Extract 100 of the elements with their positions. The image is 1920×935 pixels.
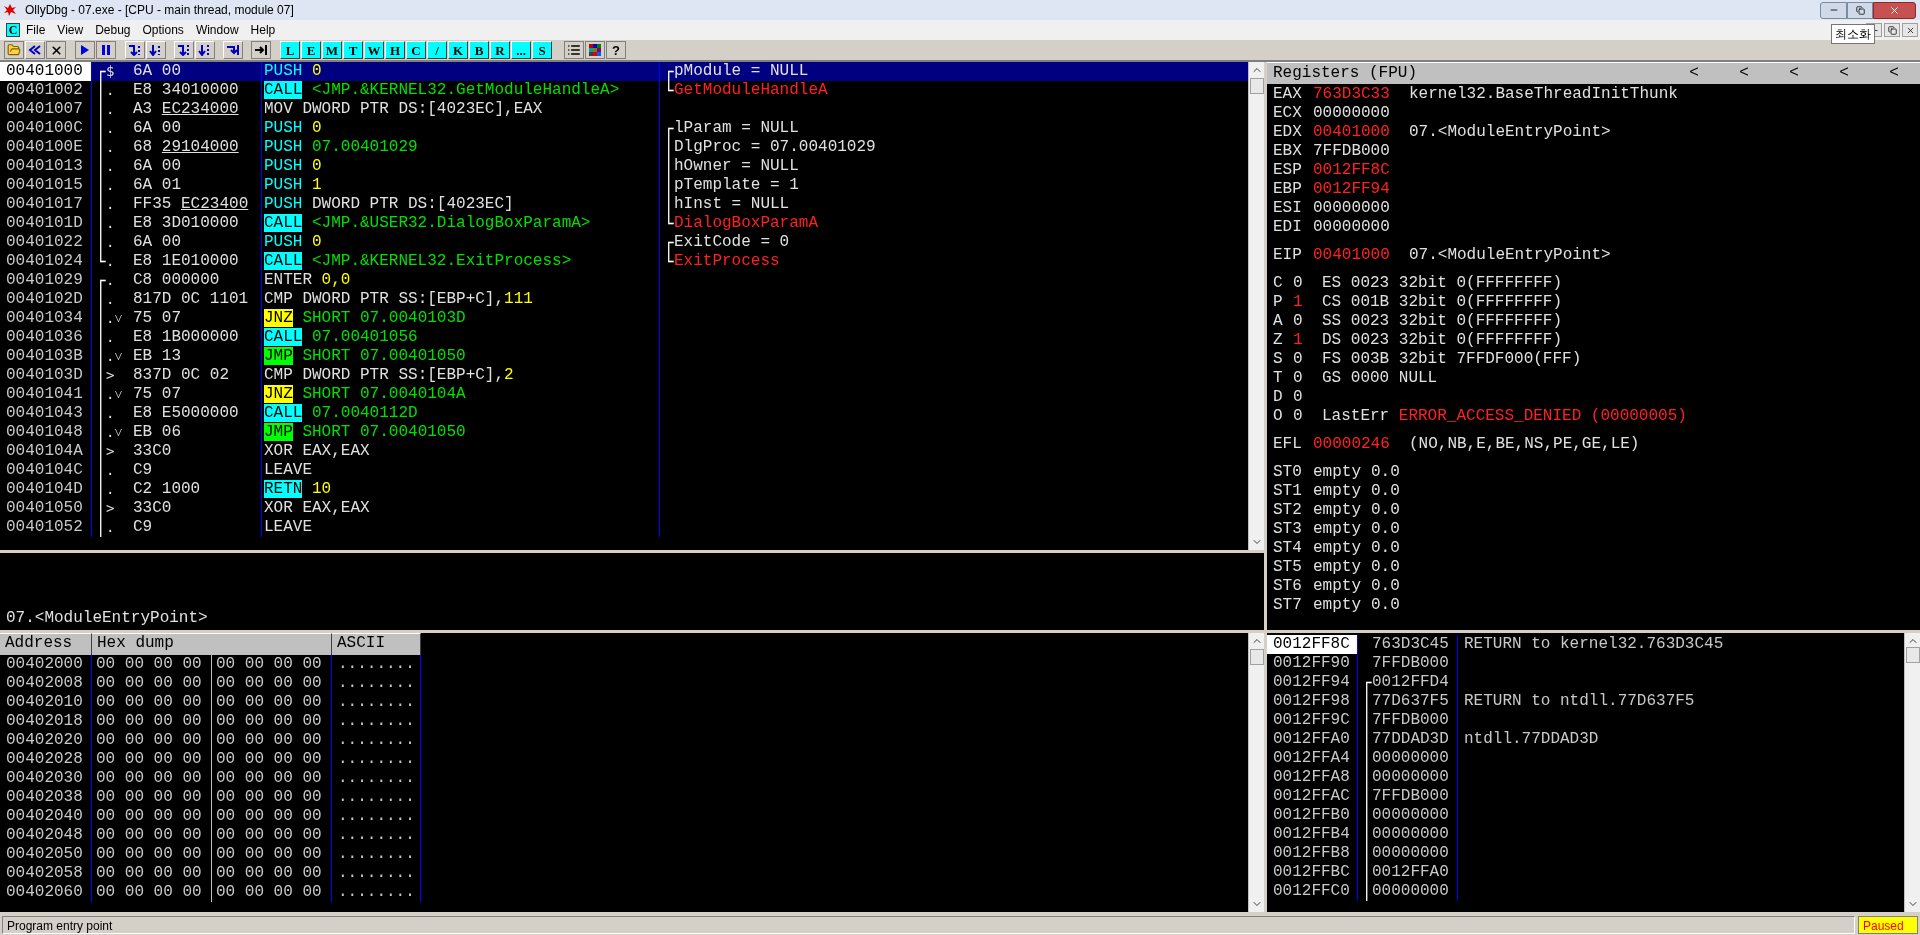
address-cell: 00402000 bbox=[0, 655, 92, 674]
fpu-register-name: ST5 bbox=[1273, 558, 1303, 577]
register-name: ESI bbox=[1273, 199, 1303, 218]
flow-marker: . bbox=[106, 81, 116, 100]
register-info: 07.<ModuleEntryPoint> bbox=[1409, 246, 1611, 265]
address-cell: 00402020 bbox=[0, 731, 92, 750]
flow-marker: > bbox=[106, 366, 116, 385]
bracket-line: │ bbox=[1362, 749, 1372, 768]
hex-bytes: 75 07 bbox=[133, 309, 181, 328]
flag-name: O bbox=[1273, 407, 1284, 426]
fpu-value: 0.0 bbox=[1371, 520, 1400, 539]
hex-bytes: E8 1E010000 bbox=[133, 252, 239, 271]
fpu-value: 0.0 bbox=[1371, 596, 1400, 615]
hex-cell: 00 00 00 00 bbox=[212, 750, 332, 769]
flow-marker: . bbox=[106, 328, 116, 347]
instruction-cell: CALL 07.00401056 bbox=[262, 328, 660, 347]
hex-bytes: E8 34010000 bbox=[133, 81, 239, 100]
bracket-line: │ bbox=[96, 442, 106, 461]
bracket-line: │ bbox=[96, 404, 106, 423]
bracket-line: │ bbox=[1362, 787, 1372, 806]
bracket-line: │ bbox=[1362, 844, 1372, 863]
bracket-line: └ bbox=[96, 252, 106, 271]
flag-name: Z bbox=[1273, 331, 1284, 350]
bracket-line: │ bbox=[96, 480, 106, 499]
ascii-cell: ........ bbox=[332, 807, 421, 826]
hex-cell: 00 00 00 00 bbox=[212, 826, 332, 845]
hex-cell: 00 00 00 00 bbox=[92, 807, 212, 826]
hex-bytes: E8 E5000000 bbox=[133, 404, 239, 423]
segment-info: DS 0023 32bit 0(FFFFFFFF) bbox=[1322, 331, 1563, 350]
stack-comment: RETURN to kernel32.763D3C45 bbox=[1463, 635, 1724, 654]
tooltip: 최소화 bbox=[1831, 24, 1875, 44]
hex-cell: 00 00 00 00 bbox=[92, 864, 212, 883]
flow-marker: . bbox=[106, 119, 116, 138]
stack-comment: ntdll.77DDAD3D bbox=[1463, 730, 1599, 749]
flow-marker: . bbox=[106, 138, 116, 157]
hex-cell: 00 00 00 00 bbox=[92, 883, 212, 902]
register-name: ESP bbox=[1273, 161, 1303, 180]
hex-bytes: 6A 00 bbox=[133, 157, 181, 176]
instruction-cell: CALL 07.0040112D bbox=[262, 404, 660, 423]
ascii-cell: ........ bbox=[332, 845, 421, 864]
flow-marker: > bbox=[106, 499, 116, 518]
address-cell: 00402058 bbox=[0, 864, 92, 883]
hex-cell: 00 00 00 00 bbox=[92, 712, 212, 731]
segment-info: ES 0023 32bit 0(FFFFFFFF) bbox=[1322, 274, 1563, 293]
bracket-line: │ bbox=[664, 176, 674, 195]
hex-bytes: 75 07 bbox=[133, 385, 181, 404]
flow-marker: $ bbox=[106, 62, 116, 79]
register-name: EBX bbox=[1273, 142, 1303, 161]
hex-cell: 00 00 00 00 bbox=[212, 883, 332, 902]
flag-name: C bbox=[1273, 274, 1284, 293]
hex-bytes: FF35 EC23400 bbox=[133, 195, 249, 214]
ascii-cell: ........ bbox=[332, 674, 421, 693]
flag-name: D bbox=[1273, 388, 1284, 407]
flow-marker: . bbox=[106, 518, 116, 537]
flow-marker: . bbox=[106, 157, 116, 176]
instruction-cell: JMP SHORT 07.00401050 bbox=[262, 347, 660, 366]
flow-marker: .˅ bbox=[106, 347, 124, 366]
instruction-cell: PUSH 0 bbox=[262, 119, 660, 138]
comment-text: GetModuleHandleA bbox=[674, 81, 828, 100]
hex-bytes: 33C0 bbox=[133, 499, 172, 518]
stack-value: 0012FFD4 bbox=[1372, 673, 1449, 691]
bracket-line: │ bbox=[96, 233, 106, 252]
bracket-line: │ bbox=[1362, 806, 1372, 825]
flow-marker: > bbox=[106, 442, 116, 461]
segment-info: GS 0000 NULL bbox=[1322, 369, 1438, 388]
bracket-line: │ bbox=[1362, 825, 1372, 844]
instruction-cell: XOR EAX,EAX bbox=[262, 499, 660, 518]
register-name: EDX bbox=[1273, 123, 1303, 142]
instruction-cell: LEAVE bbox=[262, 518, 660, 537]
hex-bytes: 6A 01 bbox=[133, 176, 181, 195]
flow-marker: . bbox=[106, 252, 116, 271]
fpu-register-name: ST6 bbox=[1273, 577, 1303, 596]
bracket-line: │ bbox=[96, 195, 106, 214]
instruction-cell: PUSH 07.00401029 bbox=[262, 138, 660, 157]
instruction-cell: JMP SHORT 07.00401050 bbox=[262, 423, 660, 442]
comment-text: pTemplate = 1 bbox=[674, 176, 799, 195]
bracket-line: │ bbox=[1362, 730, 1372, 749]
address-cell: 00402018 bbox=[0, 712, 92, 731]
comment-text: DlgProc = 07.00401029 bbox=[674, 138, 876, 157]
hex-cell: 00 00 00 00 bbox=[92, 845, 212, 864]
comment-text: ExitProcess bbox=[674, 252, 780, 271]
hex-bytes: C9 bbox=[133, 461, 153, 480]
stack-value: 00000000 bbox=[1372, 806, 1449, 825]
bracket-line: │ bbox=[96, 214, 106, 233]
info-text: 07.<ModuleEntryPoint> bbox=[5, 609, 209, 629]
address-cell: 00402030 bbox=[0, 769, 92, 788]
fpu-tag: empty bbox=[1313, 577, 1371, 596]
ascii-cell: ........ bbox=[332, 693, 421, 712]
address-cell: 00402048 bbox=[0, 826, 92, 845]
hex-cell: 00 00 00 00 bbox=[212, 788, 332, 807]
register-name: EAX bbox=[1273, 85, 1303, 104]
fpu-tag: empty bbox=[1313, 482, 1371, 501]
hex-cell: 00 00 00 00 bbox=[212, 864, 332, 883]
bracket-line: │ bbox=[96, 518, 106, 537]
bracket-line: │ bbox=[96, 423, 106, 442]
bracket-line: └ bbox=[664, 81, 674, 100]
hex-bytes: 6A 00 bbox=[133, 119, 181, 138]
hex-bytes: C8 000000 bbox=[133, 271, 220, 290]
bracket-line: │ bbox=[96, 328, 106, 347]
instruction-cell: CALL <JMP.&USER32.DialogBoxParamA> bbox=[262, 214, 660, 233]
